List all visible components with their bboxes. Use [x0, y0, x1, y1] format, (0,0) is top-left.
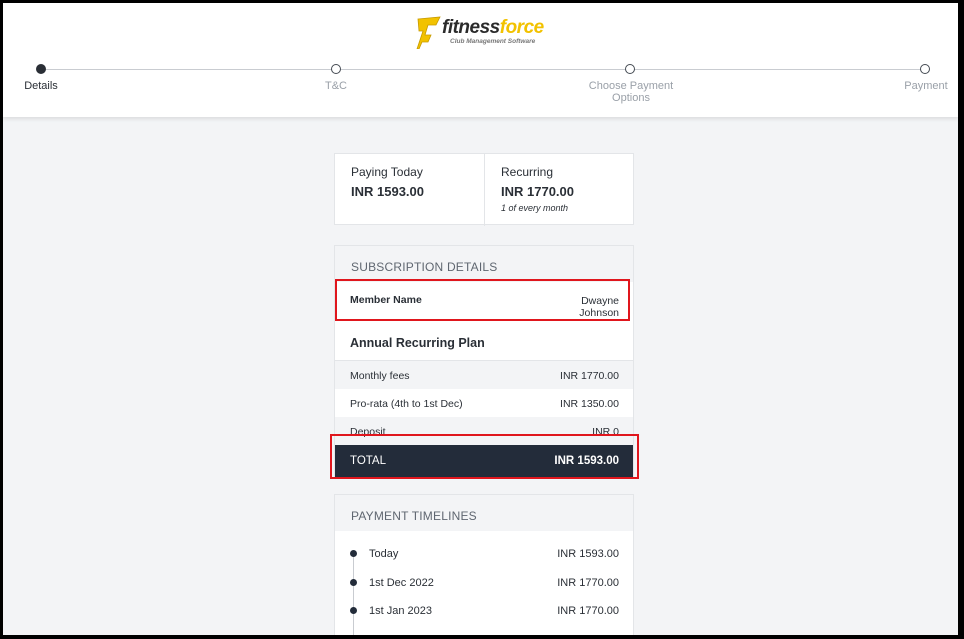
fee-label: Deposit [350, 426, 386, 438]
timeline-item: 1st Jan 2023 INR 1770.00 [335, 604, 633, 624]
fee-value: INR 1770.00 [560, 370, 619, 382]
member-name-row: Member Name Dwayne Johnson [335, 282, 633, 326]
step-label-details[interactable]: Details [17, 80, 65, 92]
total-row: TOTAL INR 1593.00 [335, 445, 633, 477]
step-dot-payment-options[interactable] [625, 64, 635, 74]
step-label-payment-options[interactable]: Choose Payment Options [581, 80, 681, 104]
fitnessforce-logo-icon [416, 16, 441, 49]
paying-today-section: Paying Today INR 1593.00 [335, 154, 485, 226]
timeline-dot-icon [350, 607, 357, 614]
total-value: INR 1593.00 [554, 455, 619, 467]
timeline-date: Today [369, 548, 399, 560]
timeline-amount: INR 1593.00 [557, 548, 619, 560]
recurring-section: Recurring INR 1770.00 1 of every month [485, 154, 635, 226]
step-label-payment[interactable]: Payment [898, 80, 954, 92]
fee-label: Monthly fees [350, 370, 410, 382]
step-dot-tnc[interactable] [331, 64, 341, 74]
step-label-tnc[interactable]: T&C [311, 80, 361, 92]
subscription-details-card: SUBSCRIPTION DETAILS Member Name Dwayne … [334, 245, 634, 479]
payment-summary-card: Paying Today INR 1593.00 Recurring INR 1… [334, 153, 635, 226]
fee-label: Pro-rata (4th to 1st Dec) [350, 398, 463, 410]
page-frame: fitnessforce Club Management Software De… [3, 3, 958, 635]
member-name-value: Dwayne Johnson [579, 295, 619, 319]
timeline-date: 1st Dec 2022 [369, 577, 434, 589]
plan-name: Annual Recurring Plan [350, 336, 485, 350]
timeline-dot-icon [350, 550, 357, 557]
timeline-amount: INR 1770.00 [557, 605, 619, 617]
timeline-date: 1st Jan 2023 [369, 605, 432, 617]
step-dot-payment[interactable] [920, 64, 930, 74]
fee-row-monthly: Monthly fees INR 1770.00 [335, 361, 633, 389]
brand-name: fitnessforce [442, 17, 544, 38]
payment-timelines-card: PAYMENT TIMELINES Today INR 1593.00 1st … [334, 494, 634, 635]
fee-value: INR 0 [592, 426, 619, 438]
stepper-line [41, 69, 925, 70]
paying-today-amount: INR 1593.00 [351, 184, 424, 199]
recurring-label: Recurring [501, 165, 554, 179]
subscription-details-title: SUBSCRIPTION DETAILS [351, 260, 498, 274]
fee-row-prorata: Pro-rata (4th to 1st Dec) INR 1350.00 [335, 389, 633, 417]
brand-tagline: Club Management Software [450, 38, 536, 45]
timeline-amount: INR 1770.00 [557, 577, 619, 589]
payment-timelines-title: PAYMENT TIMELINES [351, 509, 477, 523]
timeline-item: Today INR 1593.00 [335, 547, 633, 567]
timeline-dot-icon [350, 579, 357, 586]
header: fitnessforce Club Management Software De… [3, 3, 958, 117]
timeline-item: 1st Dec 2022 INR 1770.00 [335, 576, 633, 596]
fee-value: INR 1350.00 [560, 398, 619, 410]
fee-row-deposit: Deposit INR 0 [335, 417, 633, 445]
total-label: TOTAL [350, 455, 386, 467]
recurring-amount: INR 1770.00 [501, 184, 574, 199]
paying-today-label: Paying Today [351, 165, 423, 179]
brand-logo: fitnessforce Club Management Software [416, 15, 556, 51]
member-name-label: Member Name [350, 294, 422, 306]
step-dot-details[interactable] [36, 64, 46, 74]
recurring-note: 1 of every month [501, 203, 569, 213]
